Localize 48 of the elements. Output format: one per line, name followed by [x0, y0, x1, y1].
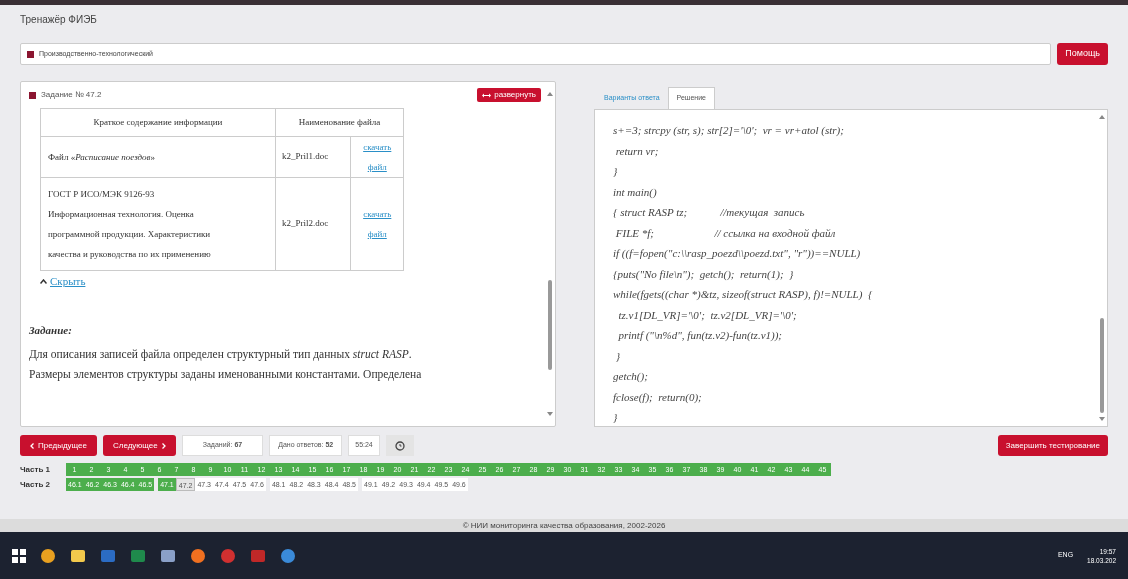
expand-button[interactable]: развернуть	[477, 88, 541, 102]
code-line: printf ("\n%d", fun(tz.v2)-fun(tz.v1));	[617, 328, 783, 343]
task-title: Задание № 47.2	[41, 89, 102, 101]
copyright-text: © НИИ мониторинга качества образования, 2002-2026	[462, 519, 666, 532]
chevron-right-icon	[161, 442, 166, 449]
code-line: { struct RASP tz; //текущая запись	[613, 205, 806, 220]
next-button[interactable]: Следующее	[102, 435, 176, 456]
square-icon	[27, 50, 34, 58]
code-editor[interactable]	[594, 109, 1108, 427]
column-header: Наименование файла	[275, 108, 404, 137]
code-line: tz.v1[DL_VR]='\0'; tz.v2[DL_VR]='\0';	[617, 307, 798, 323]
previous-button[interactable]: Предыдущее	[20, 435, 97, 456]
app-icon[interactable]	[40, 547, 56, 564]
code-line: }	[613, 410, 619, 425]
code-line: while(fgets((char *)&tz, sizeof(struct RASP), f)!=NULL) {	[613, 287, 874, 302]
code-line: }	[613, 164, 619, 179]
chevron-left-icon	[30, 442, 34, 449]
code-line: return vr;	[614, 143, 660, 159]
square-icon	[29, 91, 36, 99]
part-label: Часть 2	[20, 478, 52, 491]
code-line: if ((f=fopen("c:\\rasp_poezd\\poezd.txt", "r"))==NULL)	[613, 246, 862, 261]
task-text: Для описания записей файла определен структурный тип данных struct RASP. Размеры элементов структуры заданы именованными константами. Определена	[29, 347, 423, 383]
code-line: {puts("No file\n"); getch(); return(1); }	[613, 266, 795, 282]
double-arrow-icon	[482, 92, 492, 98]
code-line: int main()	[613, 184, 658, 200]
caret-icon	[40, 278, 47, 284]
table-cell: k2_Pril1.doc	[275, 136, 351, 178]
code-line: s+=3; strcpy (str, s); str[2]='\0'; vr = vr+atol (str);	[613, 123, 845, 138]
clock-icon[interactable]	[385, 435, 414, 456]
table-cell: ГОСТ Р ИСО/МЭК 9126-93 Информационная технология. Оценка программной продукции. Характеристики качества и руководства по их применению	[40, 177, 276, 271]
app-title: Тренажёр ФИЭБ	[20, 12, 97, 27]
code-line: getch();	[613, 369, 649, 384]
code-line: }	[614, 348, 622, 364]
help-button[interactable]: Помощь	[1057, 43, 1108, 65]
code-line: FILE *f; // ссылка на входной файл	[614, 225, 837, 241]
table-cell: k2_Pril2.doc	[275, 177, 351, 271]
hide-link[interactable]: Скрыть	[50, 273, 86, 290]
app-icon[interactable]	[160, 547, 176, 564]
table-cell: Файл «Расписание поездов»	[40, 136, 276, 178]
start-icon[interactable]	[12, 548, 26, 563]
task-heading: Задание:	[29, 322, 73, 338]
part-label: Часть 1	[20, 463, 52, 476]
code-line: fclose(f); return(0);	[613, 389, 703, 405]
app-icon[interactable]	[70, 547, 86, 564]
finish-button[interactable]: Завершить тестирование	[997, 435, 1108, 456]
app-icon[interactable]	[190, 547, 206, 564]
app-icon[interactable]	[280, 547, 296, 564]
column-header: Краткое содержание информации	[40, 108, 276, 137]
